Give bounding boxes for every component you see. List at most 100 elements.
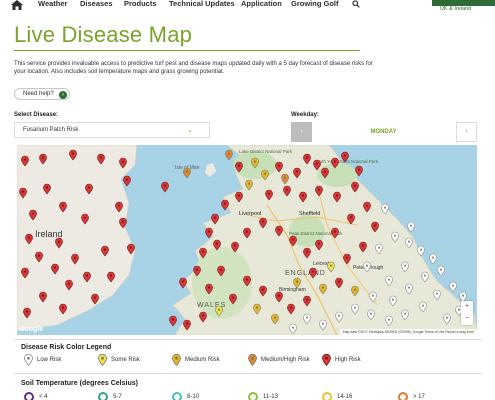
map-pin-dot: [57, 240, 61, 243]
legend-label: Medium Risk: [185, 357, 220, 363]
disease-map[interactable]: Isle of Man Lake District National Park …: [17, 145, 477, 335]
weekday-prev-button[interactable]: ‹: [291, 122, 312, 142]
legend-label: Medium/High Risk: [261, 357, 310, 363]
page-root: Weather Diseases Products Technical Upda…: [0, 0, 495, 400]
nav-growing-golf[interactable]: Growing Golf: [291, 0, 339, 8]
nav-application[interactable]: Application: [241, 0, 282, 8]
map-pin-dot: [83, 216, 87, 219]
map-pin-dot: [353, 184, 357, 187]
soil-dot-icon: [248, 392, 258, 400]
soil-label: 11-13: [263, 394, 278, 400]
disease-select-label: Select Disease:: [14, 112, 59, 118]
map-pin-icon[interactable]: [161, 181, 169, 193]
map-pin-dot: [261, 288, 265, 291]
map-pin-dot: [393, 234, 397, 237]
map-pin-dot: [337, 280, 341, 283]
map-pin-dot: [337, 314, 341, 317]
map-pin-dot: [61, 204, 65, 207]
map-pin-icon[interactable]: [183, 167, 191, 179]
soil-dot-icon: [322, 392, 332, 400]
chevron-right-icon: ›: [465, 128, 468, 135]
nav-technical-updates[interactable]: Technical Updates: [169, 0, 235, 8]
map-pin-dot: [87, 186, 91, 189]
map-pin-dot: [445, 316, 449, 319]
map-pin-dot: [163, 184, 167, 187]
map-pin-dot: [245, 278, 249, 281]
soil-temp-title: Soil Temperature (degrees Celsius): [21, 380, 138, 387]
map-pin-dot: [439, 268, 443, 271]
map-pin-dot: [377, 246, 381, 249]
map-pin-dot: [419, 248, 423, 251]
map-canvas[interactable]: Isle of Man Lake District National Park …: [17, 145, 477, 335]
map-pin-icon[interactable]: [123, 175, 131, 187]
map-pin-dot: [329, 264, 333, 267]
soil-dot-icon: [172, 392, 182, 400]
map-pin-dot: [285, 188, 289, 191]
map-pin-dot: [201, 314, 205, 317]
nav-diseases[interactable]: Diseases: [80, 0, 113, 8]
map-pin-dot: [237, 194, 241, 197]
map-pin-dot: [195, 268, 199, 271]
soil-dot-icon: [98, 392, 108, 400]
search-icon[interactable]: [352, 0, 360, 8]
soil-dot-icon: [24, 392, 34, 400]
map-pin-dot: [121, 160, 125, 163]
map-pin-dot: [353, 306, 357, 309]
map-pin-dot: [321, 286, 325, 289]
soil-label: 8-10: [187, 394, 200, 400]
map-pin-dot: [21, 190, 25, 193]
map-pin-icon[interactable]: [221, 199, 229, 211]
map-pin-dot: [267, 192, 271, 195]
map-pin-dot: [305, 316, 309, 319]
map-pin-dot: [451, 284, 455, 287]
map-pin-dot: [263, 172, 267, 175]
map-pin-dot: [315, 162, 319, 165]
map-pin-dot: [421, 304, 425, 307]
nav-products[interactable]: Products: [124, 0, 157, 8]
soil-label: > 17: [413, 394, 425, 400]
map-pin-icon[interactable]: [449, 281, 457, 293]
map-pin-dot: [71, 152, 75, 155]
map-pin-icon[interactable]: [437, 265, 445, 277]
map-pin-dot: [305, 250, 309, 253]
map-pin-dot: [387, 278, 391, 281]
soil-divider: [14, 373, 482, 374]
home-icon[interactable]: [11, 0, 23, 10]
zoom-out-button[interactable]: −: [461, 313, 473, 325]
google-logo: Google: [19, 326, 44, 333]
map-pin-dot: [369, 312, 373, 315]
map-pin-icon: [98, 354, 107, 366]
map-pin-icon[interactable]: [169, 315, 177, 327]
map-pin-icon[interactable]: [179, 277, 187, 289]
map-pin-dot: [109, 274, 113, 277]
map-pin-dot: [227, 152, 231, 155]
map-pin-icon[interactable]: [225, 149, 233, 161]
place-label-lake-district: Lake District National Park: [239, 149, 293, 154]
map-pin-dot: [99, 156, 103, 159]
map-pin-icon[interactable]: [429, 253, 437, 265]
weekday-next-button[interactable]: ›: [456, 122, 477, 142]
map-pin-dot: [387, 318, 391, 321]
map-pin-dot: [345, 256, 349, 259]
disease-select[interactable]: Fusarium Patch Risk ⌄: [14, 122, 210, 138]
map-pin-dot: [289, 306, 293, 309]
map-pin-dot: [291, 238, 295, 241]
map-pin-dot: [85, 274, 89, 277]
soil-label: < 4: [39, 394, 48, 400]
place-label-sheffield: Sheffield: [299, 211, 320, 217]
map-pin-dot: [255, 306, 259, 309]
nav-weather[interactable]: Weather: [38, 0, 67, 8]
legend-label: High Risk: [335, 357, 361, 363]
map-pin-icon[interactable]: [205, 227, 213, 239]
map-pin-icon[interactable]: [407, 221, 415, 233]
isle-of-man: [205, 163, 216, 177]
map-pin-dot: [343, 154, 347, 157]
legend-item-medium: Medium Risk: [172, 354, 220, 366]
help-button[interactable]: Need help? ›: [14, 88, 70, 100]
map-pin-icon: [24, 354, 33, 366]
zoom-in-button[interactable]: +: [461, 301, 473, 313]
map-pin-dot: [457, 308, 461, 311]
soil-label: 14-16: [337, 394, 353, 400]
map-pin-dot: [361, 244, 365, 247]
map-pin-dot: [283, 176, 287, 179]
